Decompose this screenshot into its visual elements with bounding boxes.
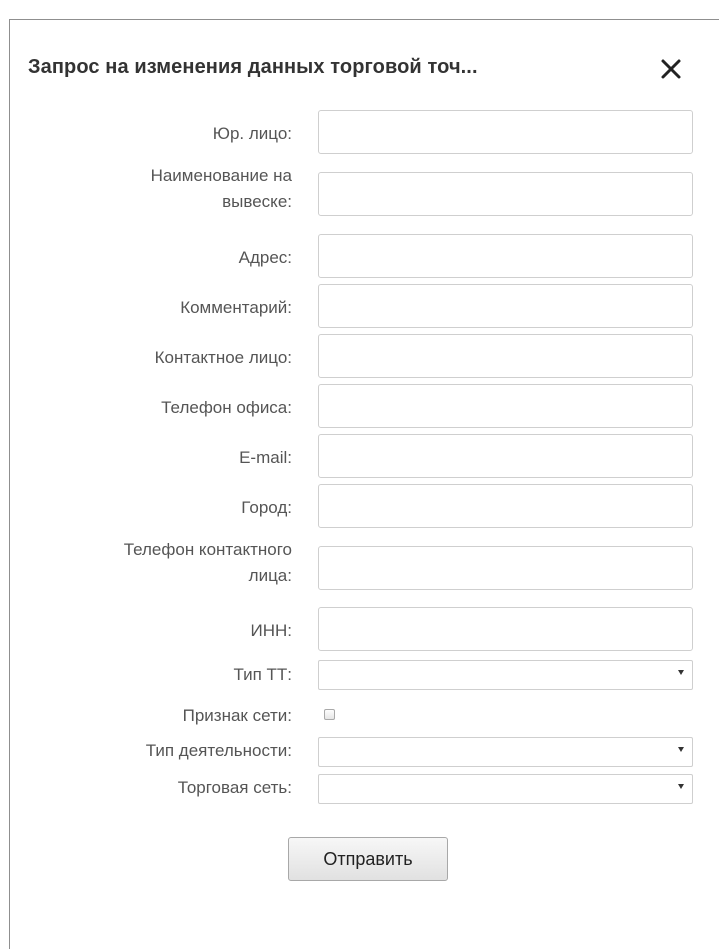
chevron-down-icon <box>678 784 684 789</box>
close-icon[interactable] <box>657 55 685 83</box>
activity-type-label: Тип деятельности: <box>145 741 292 760</box>
sign-name-input[interactable] <box>318 172 693 216</box>
contact-person-label: Контактное лицо: <box>154 348 292 367</box>
chain-flag-label: Признак сети: <box>182 706 292 725</box>
contact-phone-label-line1: Телефон контактного <box>123 540 292 559</box>
retail-chain-select[interactable] <box>318 774 693 804</box>
outlet-type-select[interactable] <box>318 660 693 690</box>
office-phone-input[interactable] <box>318 384 693 428</box>
email-input[interactable] <box>318 434 693 478</box>
inn-label: ИНН: <box>250 621 293 640</box>
legal-entity-label: Юр. лицо: <box>212 124 292 143</box>
retail-chain-label: Торговая сеть: <box>177 778 292 797</box>
chevron-down-icon <box>678 670 684 675</box>
chevron-down-icon <box>678 747 684 752</box>
email-label: E-mail: <box>239 448 292 467</box>
outlet-type-label: Тип ТТ: <box>233 665 292 684</box>
submit-button[interactable]: Отправить <box>288 837 448 881</box>
comment-label: Комментарий: <box>180 298 292 317</box>
contact-phone-label: Телефон контактного лица: <box>2 537 292 589</box>
address-input[interactable] <box>318 234 693 278</box>
contact-phone-input[interactable] <box>318 546 693 590</box>
comment-input[interactable] <box>318 284 693 328</box>
city-label: Город: <box>241 498 292 517</box>
inn-input[interactable] <box>318 607 693 651</box>
city-input[interactable] <box>318 484 693 528</box>
dialog-title: Запрос на изменения данных торговой точ.… <box>28 56 478 78</box>
sign-name-label-line1: Наименование на <box>150 166 292 185</box>
activity-type-select[interactable] <box>318 737 693 767</box>
contact-phone-label-line2: лица: <box>248 566 292 585</box>
contact-person-input[interactable] <box>318 334 693 378</box>
office-phone-label: Телефон офиса: <box>161 398 292 417</box>
sign-name-label: Наименование на вывеске: <box>2 163 292 215</box>
address-label: Адрес: <box>238 248 292 267</box>
sign-name-label-line2: вывеске: <box>222 192 292 211</box>
chain-flag-checkbox[interactable] <box>324 709 335 720</box>
legal-entity-input[interactable] <box>318 110 693 154</box>
